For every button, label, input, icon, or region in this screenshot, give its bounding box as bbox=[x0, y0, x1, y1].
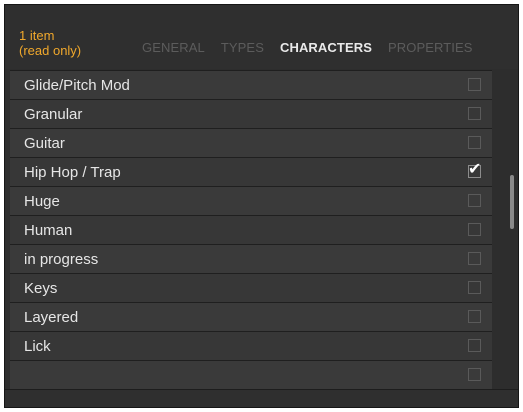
checkbox[interactable]: ✔ bbox=[468, 223, 481, 236]
vertical-scrollbar[interactable] bbox=[510, 175, 514, 229]
list-item-label: Human bbox=[24, 222, 73, 239]
checkbox[interactable]: ✔ bbox=[468, 339, 481, 352]
list-item-label: in progress bbox=[24, 251, 99, 268]
list-item-huge[interactable]: Huge ✔ bbox=[10, 186, 492, 215]
list-item-label: Granular bbox=[24, 106, 83, 123]
checkbox[interactable]: ✔ bbox=[468, 252, 481, 265]
list-item-label: Huge bbox=[24, 193, 60, 210]
tab-properties[interactable]: PROPERTIES bbox=[388, 40, 473, 56]
item-count-label: 1 item (read only) bbox=[19, 28, 81, 58]
item-count: 1 item bbox=[19, 28, 55, 43]
list-item-lick[interactable]: Lick ✔ bbox=[10, 331, 492, 360]
checkmark-icon: ✔ bbox=[468, 161, 482, 178]
panel-header: 1 item (read only) GENERAL TYPES CHARACT… bbox=[5, 5, 518, 69]
list-item-layered[interactable]: Layered ✔ bbox=[10, 302, 492, 331]
character-tags-panel: 1 item (read only) GENERAL TYPES CHARACT… bbox=[4, 4, 519, 408]
list-item-granular[interactable]: Granular ✔ bbox=[10, 99, 492, 128]
list-item-label: Layered bbox=[24, 309, 79, 326]
character-list: Glide/Pitch Mod ✔ Granular ✔ Guitar ✔ Hi… bbox=[10, 70, 492, 389]
tab-types[interactable]: TYPES bbox=[221, 40, 264, 56]
tab-bar: GENERAL TYPES CHARACTERS PROPERTIES bbox=[142, 40, 473, 56]
tab-general[interactable]: GENERAL bbox=[142, 40, 205, 56]
read-only-status: (read only) bbox=[19, 43, 82, 58]
checkbox[interactable]: ✔ bbox=[468, 281, 481, 294]
list-item-glide-pitch-mod[interactable]: Glide/Pitch Mod ✔ bbox=[10, 70, 492, 99]
list-item-label: Glide/Pitch Mod bbox=[24, 77, 130, 94]
list-item-partial[interactable]: ✔ bbox=[10, 360, 492, 389]
panel-footer bbox=[5, 389, 518, 407]
checkbox[interactable]: ✔ bbox=[468, 78, 481, 91]
checkbox-checked[interactable]: ✔ bbox=[468, 161, 482, 178]
list-item-hip-hop-trap[interactable]: Hip Hop / Trap ✔ bbox=[10, 157, 492, 186]
list-item-label: Hip Hop / Trap bbox=[24, 164, 121, 181]
checkbox[interactable]: ✔ bbox=[468, 107, 481, 120]
list-item-human[interactable]: Human ✔ bbox=[10, 215, 492, 244]
checkbox[interactable]: ✔ bbox=[468, 194, 481, 207]
list-item-in-progress[interactable]: in progress ✔ bbox=[10, 244, 492, 273]
list-item-keys[interactable]: Keys ✔ bbox=[10, 273, 492, 302]
list-item-guitar[interactable]: Guitar ✔ bbox=[10, 128, 492, 157]
list-item-label: Guitar bbox=[24, 135, 65, 152]
checkbox[interactable]: ✔ bbox=[468, 310, 481, 323]
checkbox[interactable]: ✔ bbox=[468, 368, 481, 381]
checkbox[interactable]: ✔ bbox=[468, 136, 481, 149]
tab-characters[interactable]: CHARACTERS bbox=[280, 40, 372, 56]
list-item-label: Lick bbox=[24, 338, 51, 355]
list-item-label: Keys bbox=[24, 280, 58, 297]
